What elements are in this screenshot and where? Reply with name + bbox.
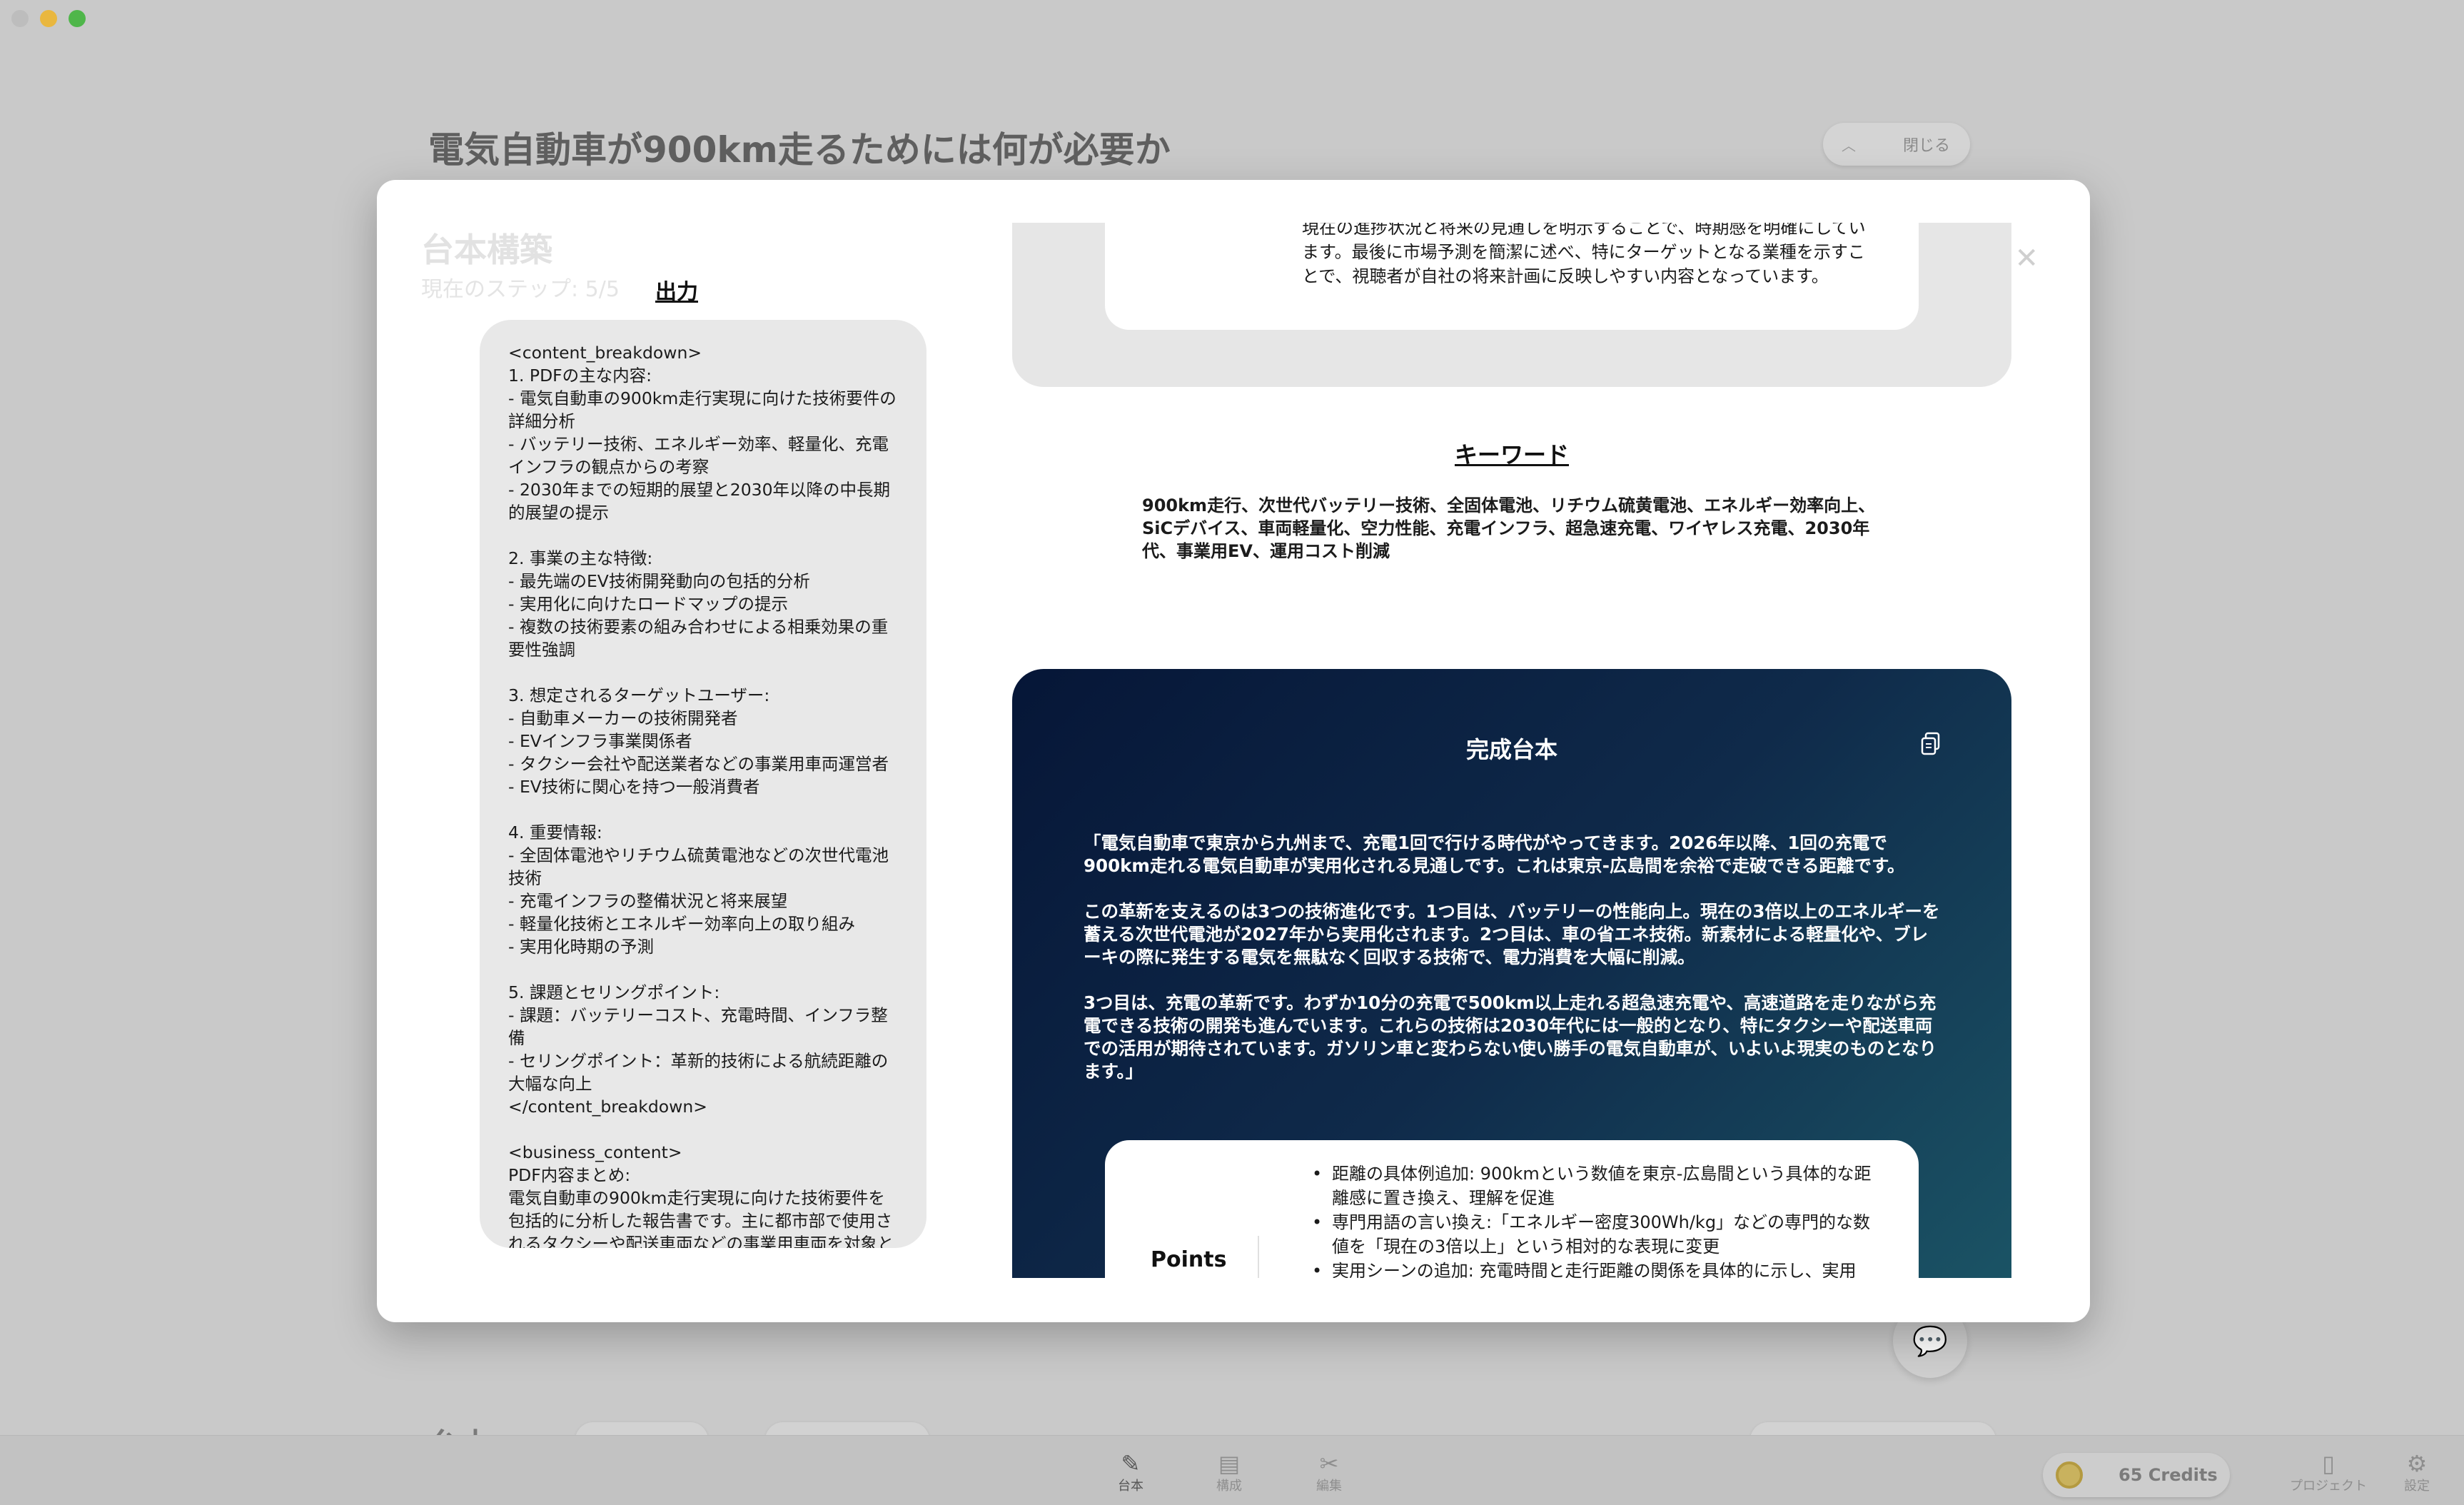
chat-bubble-icon: 💬: [1912, 1324, 1948, 1358]
script-paragraph: 「電気自動車で東京から九州まで、充電1回で行ける時代がやってきます。2026年以…: [1084, 832, 1905, 876]
nav-tab-structure[interactable]: ▤ 構成: [1216, 1451, 1242, 1494]
output-heading: 出力: [655, 280, 698, 305]
gear-icon: ⚙: [2406, 1450, 2428, 1477]
script-paragraph: この革新を支えるのは3つの技術進化です。1つ目は、バッテリーの性能向上。現在の3…: [1084, 901, 1940, 967]
page-title: 電気自動車が900km走るためには何が必要か: [428, 129, 1171, 171]
window-controls: [11, 10, 86, 27]
settings-label: 設定: [2404, 1479, 2430, 1494]
modal-title: 台本構築: [421, 231, 552, 269]
result-panel[interactable]: 現在の進捗状況と将来の見通しを明示することで、時期感を明確にしています。最後に市…: [1012, 223, 2011, 1278]
document-icon: ▯: [2322, 1450, 2335, 1477]
script-builder-modal: 台本構築 現在のステップ: 5/5 ✕ 出力 <content_breakdow…: [377, 180, 2090, 1322]
scissors-icon: ✂: [1319, 1450, 1339, 1477]
final-script-text: 「電気自動車で東京から九州まで、充電1回で行ける時代がやってきます。2026年以…: [1084, 832, 1940, 1106]
nav-tab-label: 構成: [1216, 1479, 1242, 1494]
final-script-heading: 完成台本: [1465, 736, 1557, 763]
collapse-close-button[interactable]: ︿ 閉じる: [1823, 123, 1970, 166]
project-label: プロジェクト: [2290, 1479, 2367, 1494]
project-button[interactable]: ▯ プロジェクト: [2290, 1451, 2367, 1494]
script-paragraph: 3つ目は、充電の革新です。わずか10分の充電で500km以上走れる超急速充電や、…: [1084, 992, 1937, 1082]
modal-step: 現在のステップ: 5/5: [421, 277, 620, 302]
nav-tab-label: 編集: [1316, 1479, 1342, 1494]
list-item: 実用シーンの追加: 充電時間と走行距離の関係を具体的に示し、実用: [1312, 1259, 1876, 1278]
nav-tab-label: 台本: [1118, 1479, 1143, 1494]
window-minimize-button[interactable]: [40, 10, 57, 27]
window-zoom-button[interactable]: [69, 10, 86, 27]
close-button-label: 閉じる: [1903, 137, 1951, 155]
points-divider: [1258, 1236, 1259, 1278]
output-text: <content_breakdown> 1. PDFの主な内容: - 電気自動車…: [508, 343, 897, 1248]
explanation-card: 現在の進捗状況と将来の見通しを明示することで、時期感を明確にしています。最後に市…: [1105, 223, 1919, 330]
nav-tab-script[interactable]: ✎ 台本: [1118, 1451, 1143, 1494]
list-item: 専門用語の言い換え:「エネルギー密度300Wh/kg」などの専門的な数値を「現在…: [1312, 1210, 1876, 1259]
explanation-text: 現在の進捗状況と将来の見通しを明示することで、時期感を明確にしています。最後に市…: [1302, 223, 1866, 286]
chevron-up-icon: ︿: [1842, 136, 1856, 154]
copy-icon[interactable]: [1920, 732, 1942, 756]
close-icon[interactable]: ✕: [2014, 244, 2039, 273]
credits-button[interactable]: 65 Credits: [2043, 1453, 2230, 1497]
bottom-toolbar: ✎ 台本 ▤ 構成 ✂ 編集 65 Credits ▯ プロジェクト ⚙ 設定: [0, 1435, 2464, 1505]
output-panel[interactable]: <content_breakdown> 1. PDFの主な内容: - 電気自動車…: [480, 320, 926, 1248]
final-script-card: 完成台本 「電気自動車で東京から九州まで、充電1回で行ける時代がやってきます。2…: [1012, 669, 2011, 1278]
keywords-text: 900km走行、次世代バッテリー技術、全固体電池、リチウム硫黄電池、エネルギー効…: [1142, 495, 1876, 561]
list-item: 距離の具体例追加: 900kmという数値を東京-広島間という具体的な距離感に置き…: [1312, 1162, 1876, 1210]
points-list: 距離の具体例追加: 900kmという数値を東京-広島間という具体的な距離感に置き…: [1312, 1162, 1876, 1278]
coin-icon: [2056, 1461, 2083, 1489]
film-icon: ▤: [1218, 1450, 1241, 1477]
nav-tab-edit[interactable]: ✂ 編集: [1316, 1451, 1342, 1494]
settings-button[interactable]: ⚙ 設定: [2404, 1451, 2430, 1494]
keywords-heading: キーワード: [1454, 441, 1569, 468]
window-close-button[interactable]: [11, 10, 29, 27]
pencil-icon: ✎: [1121, 1450, 1141, 1477]
points-label: Points: [1151, 1247, 1227, 1272]
points-card: Points 距離の具体例追加: 900kmという数値を東京-広島間という具体的…: [1105, 1140, 1919, 1278]
credits-label: 65 Credits: [2119, 1465, 2218, 1485]
explanation-section: 現在の進捗状況と将来の見通しを明示することで、時期感を明確にしています。最後に市…: [1012, 223, 2011, 387]
